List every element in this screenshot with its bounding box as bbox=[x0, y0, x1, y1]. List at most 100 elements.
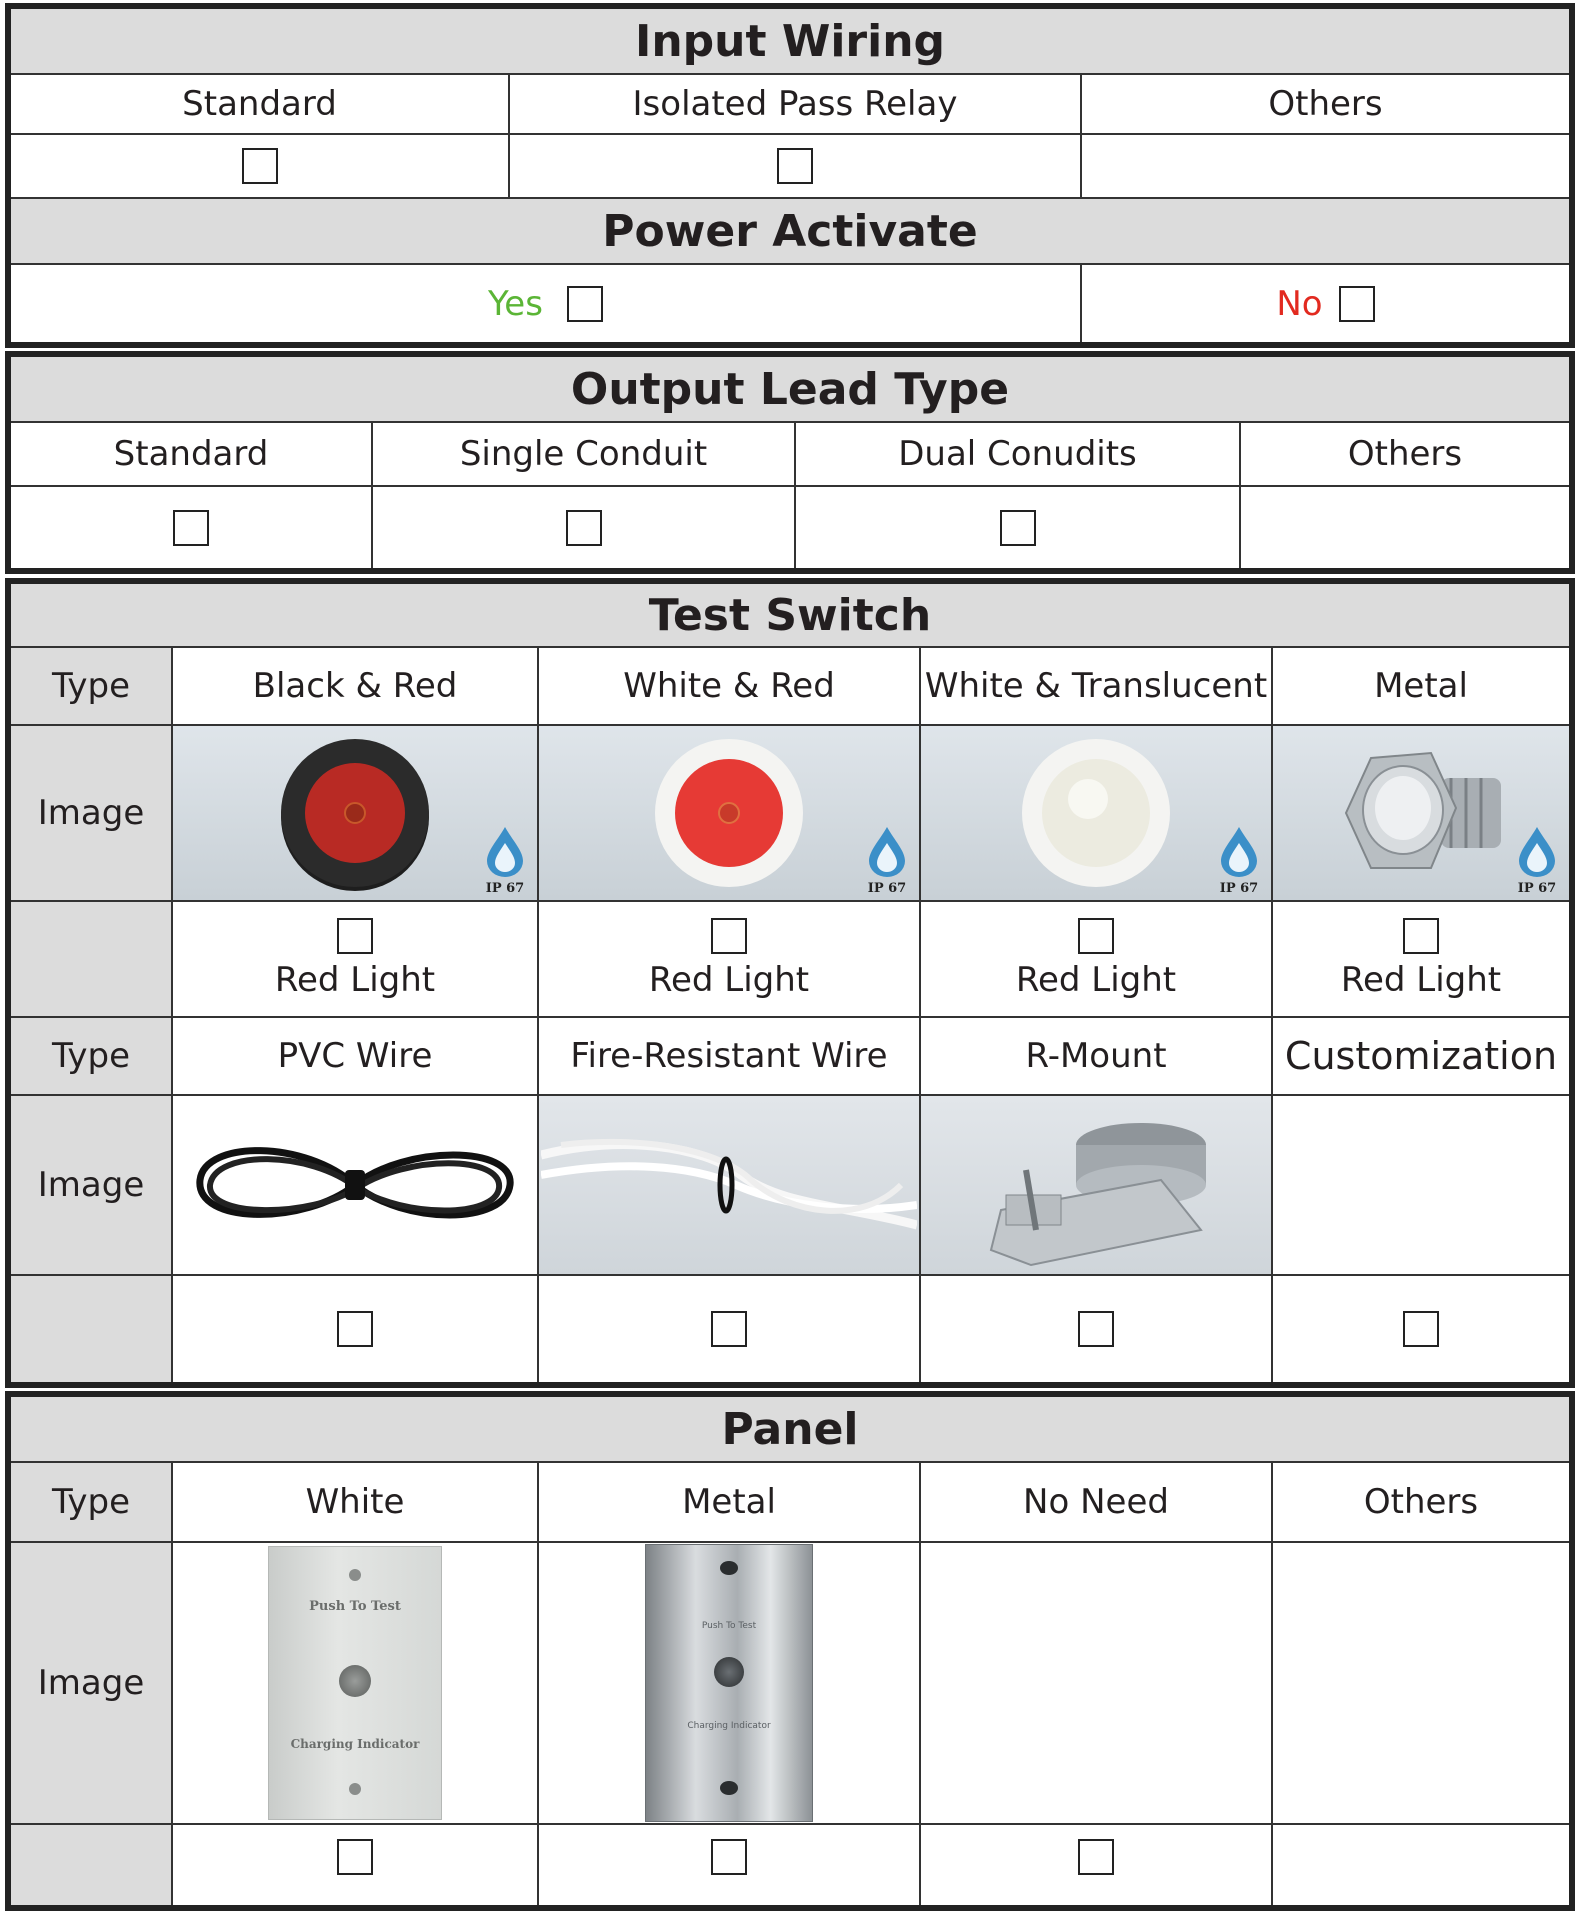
panel-no-need-label: No Need bbox=[1023, 1482, 1169, 1522]
power-activate-title: Power Activate bbox=[11, 199, 1569, 263]
screw-icon bbox=[720, 1561, 738, 1575]
switch-white-red-label: White & Red bbox=[623, 666, 835, 706]
input-wiring-header-standard: Standard bbox=[11, 75, 508, 133]
screw-icon bbox=[720, 1781, 738, 1795]
output-lead-single-checkbox[interactable] bbox=[565, 509, 602, 546]
switch-type-black-red: Black & Red bbox=[173, 648, 537, 724]
wire-type-label: Type bbox=[11, 1018, 171, 1094]
ip67-badge: IP 67 bbox=[1217, 825, 1261, 896]
power-activate-no-checkbox[interactable] bbox=[1338, 285, 1375, 322]
panel-white-checkbox[interactable] bbox=[337, 1839, 373, 1875]
input-wiring-section: Input Wiring Standard Isolated Pass Rela… bbox=[5, 3, 1575, 348]
wire-type-fire-resistant: Fire-Resistant Wire bbox=[539, 1018, 919, 1094]
fire-resistant-wire-option bbox=[539, 1276, 919, 1382]
test-switch-type-label: Type bbox=[11, 648, 171, 724]
power-activate-no-cell: No bbox=[1082, 265, 1569, 342]
power-activate-title-text: Power Activate bbox=[602, 205, 978, 257]
panel-no-need-image-cell bbox=[921, 1543, 1271, 1823]
pvc-wire-checkbox[interactable] bbox=[337, 1311, 373, 1347]
input-wiring-others-label: Others bbox=[1268, 84, 1383, 124]
input-wiring-header-relay: Isolated Pass Relay bbox=[510, 75, 1080, 133]
panel-type-others: Others bbox=[1273, 1463, 1569, 1541]
output-lead-standard-checkbox[interactable] bbox=[173, 509, 209, 546]
input-wiring-others-cell bbox=[1082, 135, 1569, 197]
output-lead-header-single: Single Conduit bbox=[373, 423, 794, 485]
panel-others-option bbox=[1273, 1825, 1569, 1905]
panel-title-text: Panel bbox=[721, 1403, 859, 1455]
image-label: Image bbox=[37, 1165, 145, 1205]
pvc-wire-image bbox=[173, 1096, 537, 1274]
r-mount-checkbox[interactable] bbox=[1078, 1311, 1114, 1347]
input-wiring-standard-checkbox[interactable] bbox=[241, 148, 278, 184]
output-lead-dual-checkbox[interactable] bbox=[999, 509, 1036, 546]
r-mount-image bbox=[921, 1096, 1271, 1274]
output-lead-type-section: Output Lead Type Standard Single Conduit… bbox=[5, 351, 1575, 574]
white-red-light-checkbox[interactable] bbox=[711, 918, 747, 954]
switch-metal-label: Metal bbox=[1374, 666, 1468, 706]
panel-checkbox-row-label bbox=[11, 1825, 171, 1905]
type-label: Type bbox=[51, 666, 131, 706]
ip-rating-text: IP 67 bbox=[485, 881, 525, 896]
white-translucent-light-checkbox[interactable] bbox=[1078, 918, 1114, 954]
white-red-light-option: Red Light bbox=[539, 902, 919, 1016]
output-lead-standard-label: Standard bbox=[113, 434, 269, 474]
panel-others-label: Others bbox=[1363, 1482, 1479, 1522]
charging-indicator-text: Charging Indicator bbox=[687, 1721, 771, 1731]
ip-rating-text: IP 67 bbox=[1517, 881, 1557, 896]
ip67-badge: IP 67 bbox=[1515, 825, 1559, 896]
panel-white-label: White bbox=[305, 1482, 405, 1522]
image-label: Image bbox=[37, 1663, 145, 1703]
black-red-light-checkbox[interactable] bbox=[337, 918, 373, 954]
customization-option bbox=[1273, 1276, 1569, 1382]
water-drop-icon bbox=[869, 827, 905, 877]
panel-metal-option bbox=[539, 1825, 919, 1905]
water-drop-icon bbox=[1221, 827, 1257, 877]
r-mount-label: R-Mount bbox=[1025, 1036, 1167, 1076]
metal-light-checkbox[interactable] bbox=[1403, 918, 1439, 954]
output-lead-standard-cell bbox=[11, 487, 371, 568]
panel-others-image-cell bbox=[1273, 1543, 1569, 1823]
metal-button-image bbox=[1344, 751, 1501, 869]
switch-image-white-red: IP 67 bbox=[539, 726, 919, 900]
wire-type-pvc: PVC Wire bbox=[173, 1018, 537, 1094]
panel-metal-image: Push To Test Charging Indicator bbox=[539, 1543, 919, 1823]
wire-type-customization: Customization bbox=[1273, 1018, 1569, 1094]
metal-light-option: Red Light bbox=[1273, 902, 1569, 1016]
output-lead-header-dual: Dual Conudits bbox=[796, 423, 1239, 485]
output-lead-header-others: Others bbox=[1241, 423, 1569, 485]
switch-image-white-translucent: IP 67 bbox=[921, 726, 1271, 900]
water-drop-icon bbox=[487, 827, 523, 877]
r-mount-option bbox=[921, 1276, 1271, 1382]
metal-panel-plate: Push To Test Charging Indicator bbox=[645, 1544, 813, 1822]
customization-image-cell bbox=[1273, 1096, 1569, 1274]
r-mount-connector-image bbox=[989, 1123, 1206, 1267]
test-switch-title-text: Test Switch bbox=[648, 589, 932, 641]
panel-white-image: Push To Test Charging Indicator bbox=[173, 1543, 537, 1823]
ip67-badge: IP 67 bbox=[865, 825, 909, 896]
power-activate-no-label: No bbox=[1276, 283, 1323, 324]
fire-resistant-wire-checkbox[interactable] bbox=[711, 1311, 747, 1347]
white-red-light-label: Red Light bbox=[648, 960, 810, 1000]
output-lead-dual-cell bbox=[796, 487, 1239, 568]
panel-type-no-need: No Need bbox=[921, 1463, 1271, 1541]
power-activate-yes-checkbox[interactable] bbox=[566, 285, 603, 322]
input-wiring-standard-label: Standard bbox=[182, 84, 337, 124]
push-to-test-text: Push To Test bbox=[309, 1599, 401, 1614]
switch-type-white-translucent: White & Translucent bbox=[921, 648, 1271, 724]
charging-indicator-text: Charging Indicator bbox=[290, 1737, 420, 1751]
output-lead-single-cell bbox=[373, 487, 794, 568]
panel-title: Panel bbox=[11, 1397, 1569, 1461]
input-wiring-title-text: Input Wiring bbox=[634, 15, 946, 67]
customization-checkbox[interactable] bbox=[1403, 1311, 1439, 1347]
test-switch-image-label: Image bbox=[11, 726, 171, 900]
power-activate-yes-cell: Yes bbox=[11, 265, 1080, 342]
panel-metal-checkbox[interactable] bbox=[711, 1839, 747, 1875]
test-switch-light-row-label bbox=[11, 902, 171, 1016]
panel-white-option bbox=[173, 1825, 537, 1905]
switch-black-red-label: Black & Red bbox=[252, 666, 458, 706]
type-label: Type bbox=[51, 1036, 131, 1076]
white-translucent-light-label: Red Light bbox=[1015, 960, 1177, 1000]
input-wiring-relay-checkbox[interactable] bbox=[777, 148, 813, 184]
panel-no-need-checkbox[interactable] bbox=[1078, 1839, 1114, 1875]
metal-light-label: Red Light bbox=[1340, 960, 1502, 1000]
